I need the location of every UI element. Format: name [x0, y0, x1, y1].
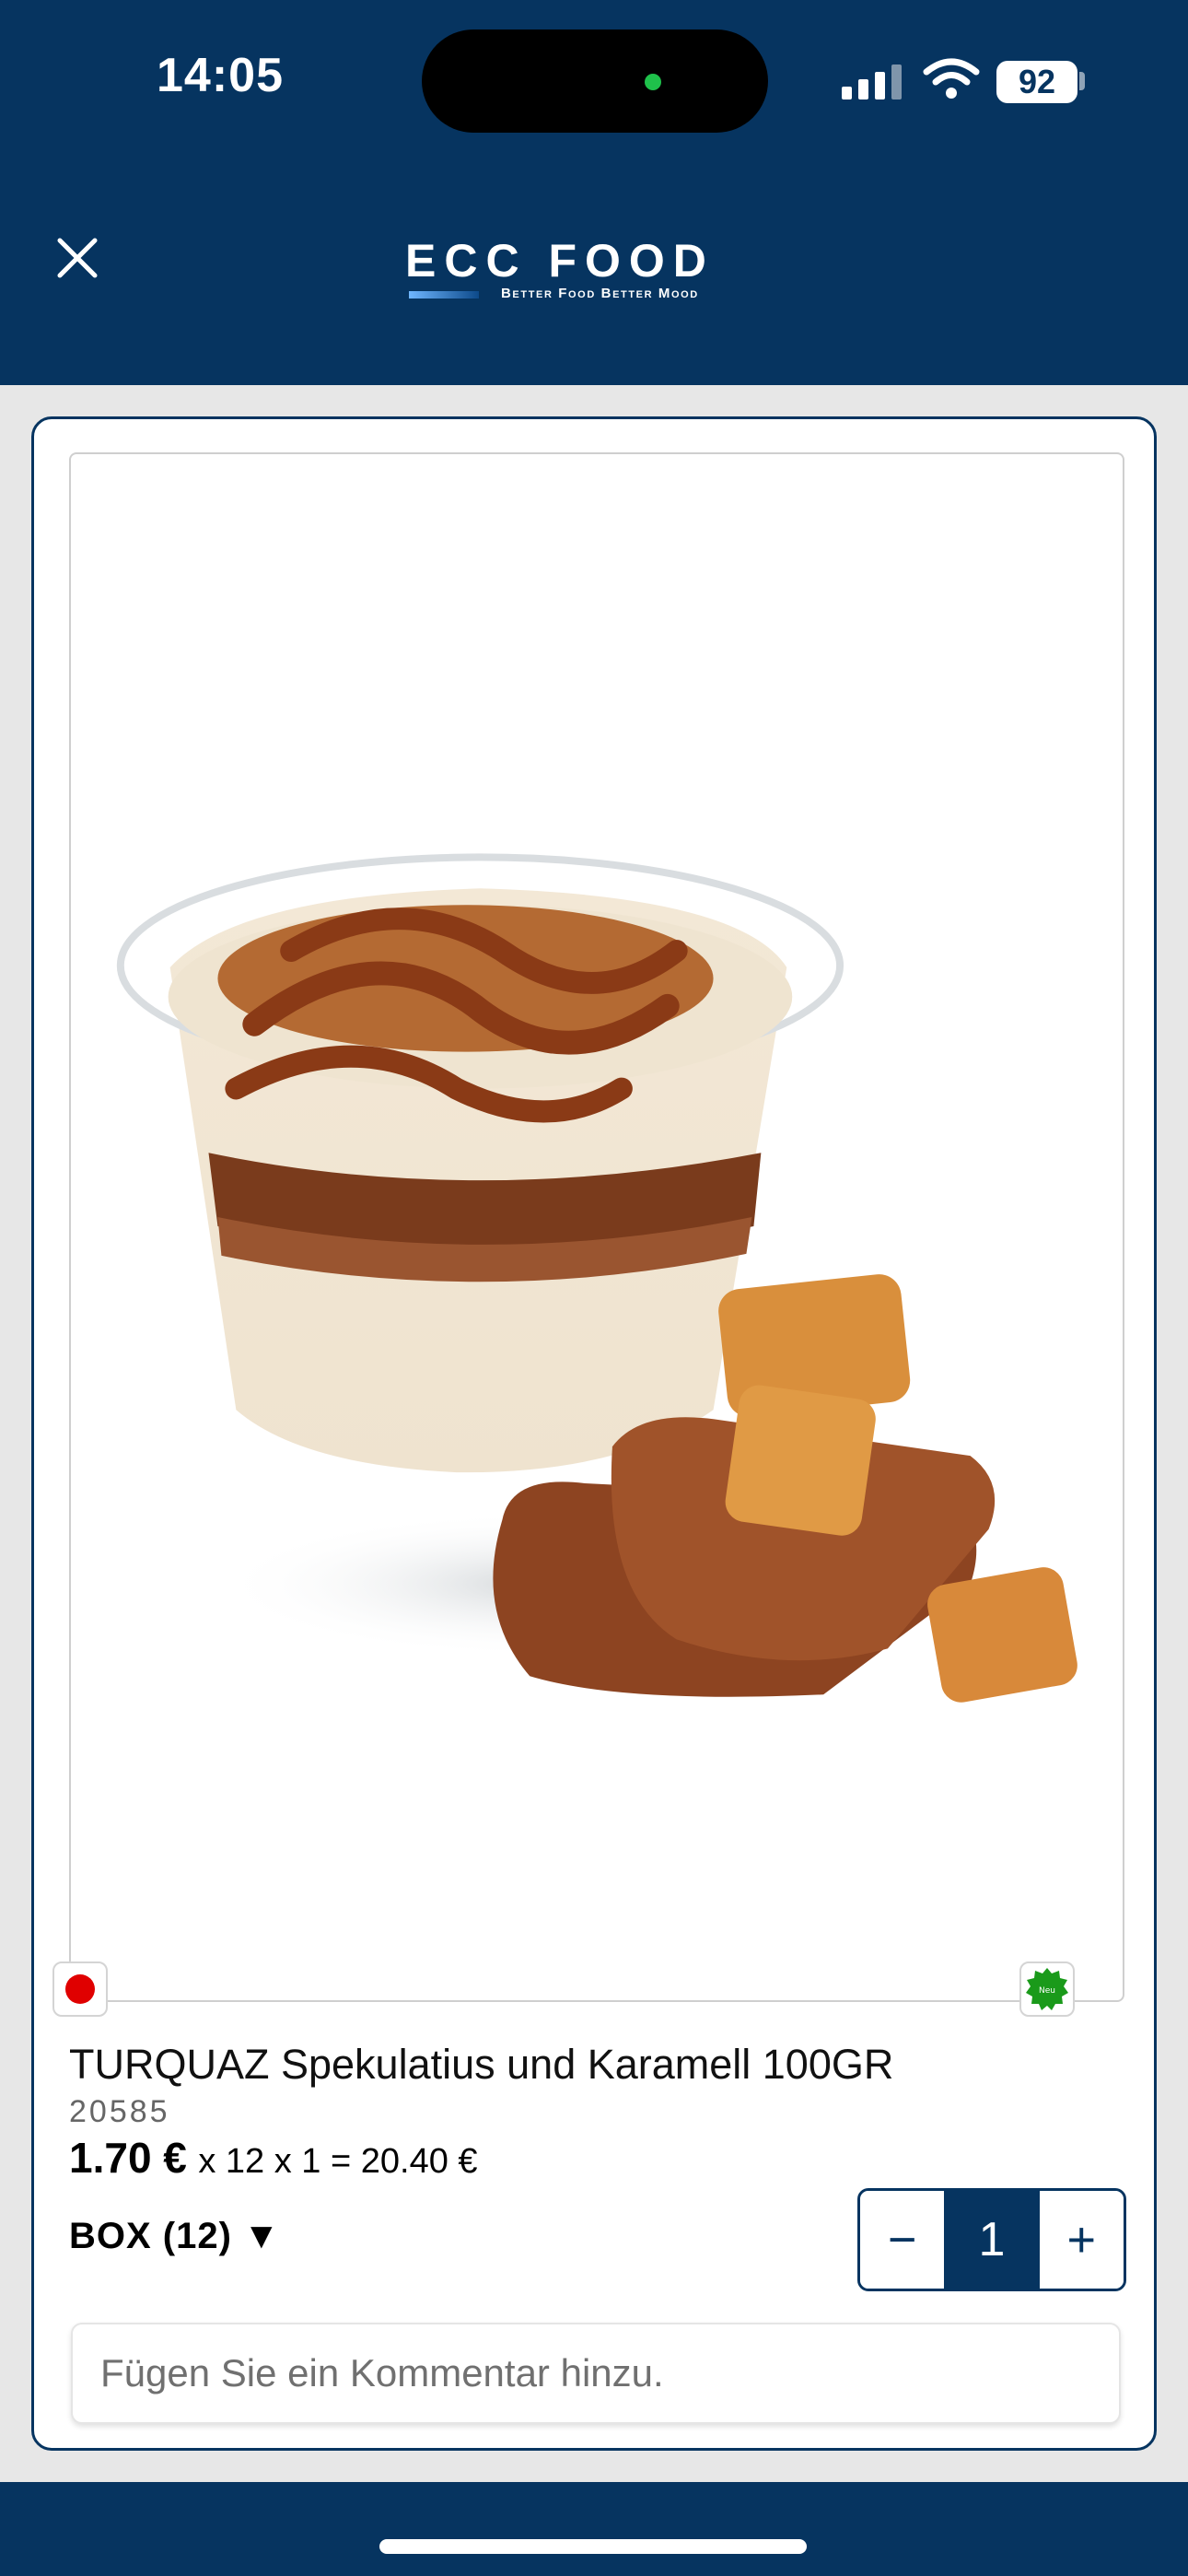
close-icon — [57, 238, 98, 278]
price-calculation: x 12 x 1 = 20.40 € — [198, 2142, 478, 2181]
camera-indicator-icon — [645, 74, 661, 90]
status-indicator-badge — [52, 1961, 108, 2017]
new-seal-icon: Neu — [1026, 1968, 1068, 2010]
home-indicator[interactable] — [379, 2539, 807, 2554]
close-button[interactable] — [52, 232, 103, 284]
logo-tagline: Better Food Better Mood — [501, 286, 699, 301]
increment-button[interactable]: + — [1039, 2191, 1124, 2289]
product-image-frame[interactable] — [69, 452, 1124, 2002]
wifi-icon — [923, 58, 980, 99]
logo-title: ECC FOOD — [405, 235, 715, 287]
price-line: 1.70 € x 12 x 1 = 20.40 € — [69, 2133, 478, 2183]
product-sku: 20585 — [69, 2094, 170, 2129]
dynamic-island — [422, 29, 768, 133]
bottom-bar — [0, 2482, 1188, 2576]
battery-indicator: 92 — [996, 61, 1077, 103]
status-time: 14:05 — [157, 49, 284, 102]
app-header: 14:05 92 ECC FOOD Better Food Better Moo… — [0, 0, 1188, 385]
product-image — [116, 853, 1077, 1703]
brand-logo: ECC FOOD Better Food Better Mood — [405, 234, 783, 308]
decrement-button[interactable]: − — [860, 2191, 945, 2289]
comment-input[interactable] — [71, 2323, 1121, 2424]
new-badge-label: Neu — [1039, 1986, 1055, 1996]
logo-accent-bar — [409, 291, 479, 299]
quantity-value[interactable]: 1 — [944, 2191, 1040, 2289]
cellular-signal-icon — [842, 64, 902, 100]
product-card: Neu TURQUAZ Spekulatius und Karamell 100… — [31, 416, 1157, 2451]
product-name: TURQUAZ Spekulatius und Karamell 100GR — [69, 2041, 894, 2088]
battery-cap — [1079, 72, 1085, 90]
quantity-stepper: − 1 + — [857, 2188, 1126, 2291]
new-badge: Neu — [1019, 1961, 1075, 2017]
unit-dropdown[interactable]: BOX (12) ▼ — [69, 2216, 281, 2257]
unit-price: 1.70 € — [69, 2134, 187, 2182]
red-dot-icon — [65, 1974, 95, 2004]
